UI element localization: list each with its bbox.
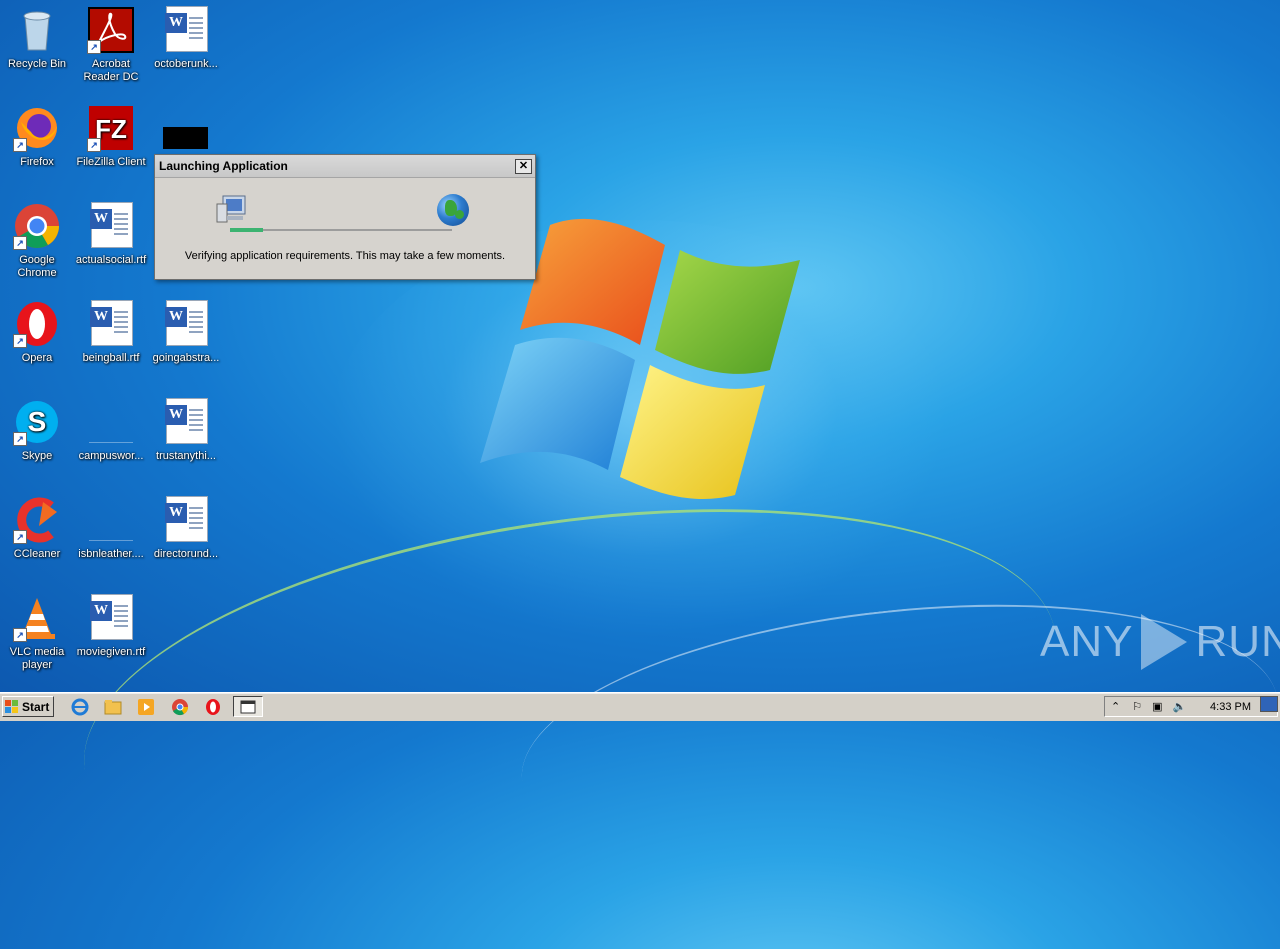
desktop-icon-opera[interactable]: ↗ Opera <box>0 300 74 365</box>
desktop-icon-moviegiven[interactable]: W moviegiven.rtf <box>74 594 148 659</box>
show-desktop-button[interactable] <box>1260 696 1278 712</box>
redacted-block <box>163 127 208 149</box>
desktop-icon-skype[interactable]: S ↗ Skype <box>0 398 74 463</box>
word-document-icon: W <box>87 300 135 348</box>
shortcut-arrow-icon: ↗ <box>13 334 27 348</box>
desktop-icon-actualsocial[interactable]: W actualsocial.rtf <box>74 202 148 267</box>
icon-label: octoberunk... <box>154 58 218 70</box>
globe-icon <box>437 194 469 226</box>
opera-icon: ↗ <box>13 300 61 348</box>
skype-icon: S ↗ <box>13 398 61 446</box>
progress-track <box>230 228 452 232</box>
word-document-icon: W <box>162 496 210 544</box>
watermark-left-text: ANY <box>1040 617 1134 666</box>
desktop-icon-acrobat[interactable]: ↗ Acrobat Reader DC <box>74 6 148 84</box>
start-button[interactable]: Start <box>2 696 54 717</box>
file-explorer-icon[interactable] <box>103 697 123 717</box>
media-player-icon[interactable] <box>136 697 156 717</box>
blank-file-icon <box>87 496 135 544</box>
desktop-icon-chrome[interactable]: ↗ Google Chrome <box>0 202 74 280</box>
shortcut-arrow-icon: ↗ <box>13 628 27 642</box>
icon-label: Google Chrome <box>17 254 57 279</box>
dialog-body: Verifying application requirements. This… <box>155 178 535 278</box>
icon-label: Opera <box>21 352 53 364</box>
desktop-icon-campuswor[interactable]: campuswor... <box>74 398 148 463</box>
network-icon[interactable]: ▣ <box>1152 700 1162 713</box>
anyrun-watermark: ANY RUN <box>1040 612 1280 672</box>
shortcut-arrow-icon: ↗ <box>87 40 101 54</box>
icon-label: moviegiven.rtf <box>76 646 146 658</box>
desktop-icon-vlc[interactable]: ↗ VLC media player <box>0 594 74 672</box>
shortcut-arrow-icon: ↗ <box>13 236 27 250</box>
desktop-icon-beingball[interactable]: W beingball.rtf <box>74 300 148 365</box>
icon-label: campuswor... <box>78 450 144 462</box>
desktop-icon-isbnleather[interactable]: isbnleather.... <box>74 496 148 561</box>
desktop-icon-ccleaner[interactable]: ↗ CCleaner <box>0 496 74 561</box>
word-document-icon: W <box>87 594 135 642</box>
dialog-title: Launching Application <box>159 159 288 173</box>
progress-fill <box>230 228 264 232</box>
desktop-icon-goingabstra[interactable]: W goingabstra... <box>149 300 223 365</box>
svg-text:S: S <box>28 406 47 437</box>
chrome-icon: ↗ <box>13 202 61 250</box>
ccleaner-icon: ↗ <box>13 496 61 544</box>
word-document-icon: W <box>87 202 135 250</box>
vlc-cone-icon: ↗ <box>13 594 61 642</box>
icon-label: beingball.rtf <box>82 352 140 364</box>
play-icon <box>1141 614 1188 670</box>
filezilla-icon: FZ ↗ <box>87 104 135 152</box>
taskbar: Start ⌃ ⚐ ▣ 🔈 4:33 PM <box>0 692 1280 721</box>
icon-label: VLC media player <box>9 646 65 671</box>
icon-label: trustanythi... <box>156 450 216 462</box>
dialog-titlebar[interactable]: Launching Application ✕ <box>155 155 535 178</box>
icon-label: Acrobat Reader DC <box>83 58 139 83</box>
action-center-flag-icon[interactable]: ⚐ <box>1132 700 1142 713</box>
show-hidden-icons-icon[interactable]: ⌃ <box>1111 700 1120 713</box>
acrobat-icon: ↗ <box>87 6 135 54</box>
desktop-icon-recycle-bin[interactable]: Recycle Bin <box>0 6 74 71</box>
shortcut-arrow-icon: ↗ <box>13 530 27 544</box>
shortcut-arrow-icon: ↗ <box>87 138 101 152</box>
volume-icon[interactable]: 🔈 <box>1173 700 1187 713</box>
icon-label: CCleaner <box>13 548 61 560</box>
word-document-icon: W <box>162 6 210 54</box>
icon-label: actualsocial.rtf <box>75 254 147 266</box>
blank-file-icon <box>87 398 135 446</box>
icon-label: directorund... <box>153 548 219 560</box>
shortcut-arrow-icon: ↗ <box>13 138 27 152</box>
opera-taskbar-icon[interactable] <box>203 697 223 717</box>
recycle-bin-icon <box>13 6 61 54</box>
firefox-icon: ↗ <box>13 104 61 152</box>
chrome-taskbar-icon[interactable] <box>170 697 190 717</box>
internet-explorer-icon[interactable] <box>70 697 90 717</box>
launching-app-taskbar-button[interactable] <box>233 696 263 717</box>
desktop-icon-trustanythi[interactable]: W trustanythi... <box>149 398 223 463</box>
clock[interactable]: 4:33 PM <box>1210 701 1251 713</box>
word-document-icon: W <box>162 398 210 446</box>
start-label: Start <box>22 699 50 714</box>
windows-flag-icon <box>5 699 19 714</box>
icon-label: isbnleather.... <box>78 548 144 560</box>
status-text: Verifying application requirements. This… <box>184 250 506 262</box>
shortcut-arrow-icon: ↗ <box>13 432 27 446</box>
application-window-icon <box>240 700 256 713</box>
icon-label: FileZilla Client <box>76 156 146 168</box>
word-document-icon: W <box>162 300 210 348</box>
icon-label: Recycle Bin <box>7 58 67 70</box>
desktop-icon-firefox[interactable]: ↗ Firefox <box>0 104 74 169</box>
computer-icon <box>216 195 246 223</box>
desktop-icon-filezilla[interactable]: FZ ↗ FileZilla Client <box>74 104 148 169</box>
icon-label: goingabstra... <box>152 352 220 364</box>
desktop-icon-octoberunk[interactable]: W octoberunk... <box>149 6 223 71</box>
system-tray: ⌃ ⚐ ▣ 🔈 4:33 PM <box>1104 696 1278 717</box>
watermark-right-text: RUN <box>1195 617 1280 666</box>
close-button[interactable]: ✕ <box>515 158 532 174</box>
icon-label: Skype <box>21 450 53 462</box>
launching-application-dialog: Launching Application ✕ Verifying applic… <box>154 154 536 280</box>
icon-label: Firefox <box>20 156 54 168</box>
desktop-icon-directorund[interactable]: W directorund... <box>149 496 223 561</box>
